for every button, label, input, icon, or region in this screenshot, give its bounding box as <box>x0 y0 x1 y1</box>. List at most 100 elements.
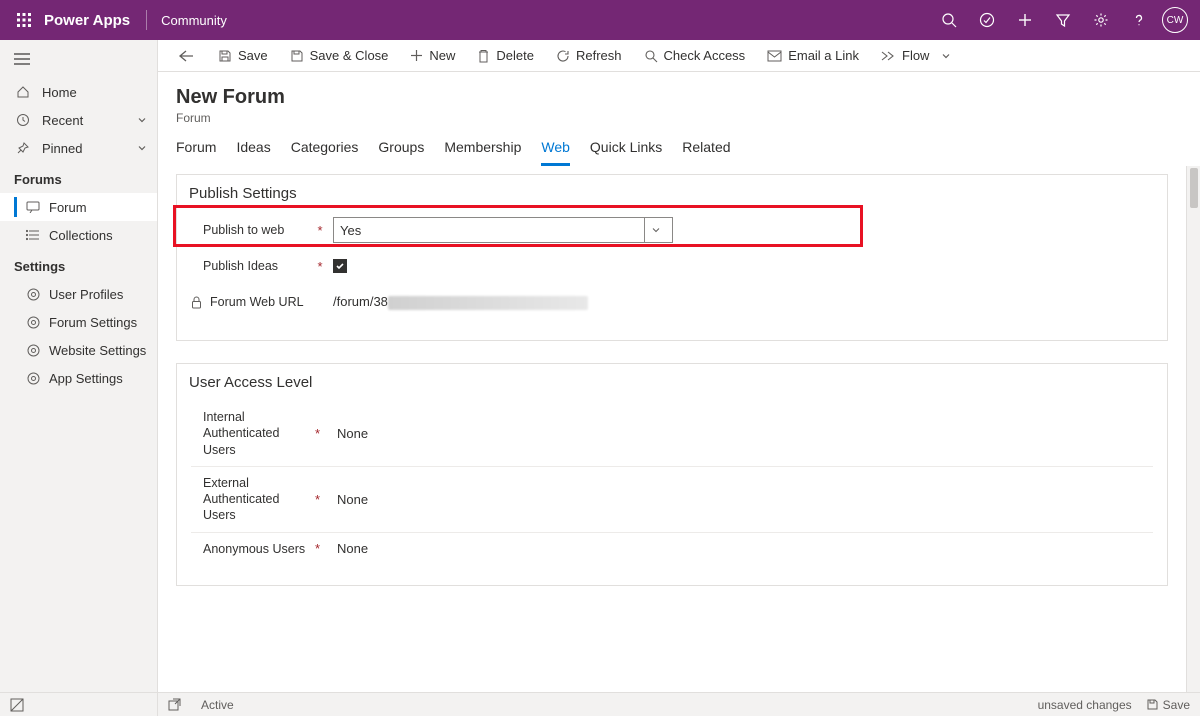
scrollbar[interactable] <box>1186 166 1200 692</box>
search-icon[interactable] <box>930 0 968 40</box>
nav-home[interactable]: Home <box>0 78 157 106</box>
clock-icon <box>14 113 32 127</box>
field-value: None <box>337 492 368 507</box>
field-label: Internal Authenticated Users <box>191 409 315 458</box>
nav-label: Pinned <box>42 141 82 156</box>
tab-forum[interactable]: Forum <box>176 139 216 166</box>
main-area: Save Save & Close New Delete Refresh Che… <box>158 40 1200 716</box>
refresh-button[interactable]: Refresh <box>546 41 632 71</box>
nav-user-profiles[interactable]: User Profiles <box>0 280 157 308</box>
field-label: Publish Ideas <box>191 259 315 273</box>
tab-related[interactable]: Related <box>682 139 730 166</box>
field-value: None <box>337 426 368 441</box>
refresh-icon <box>556 49 570 63</box>
nav-pinned[interactable]: Pinned <box>0 134 157 162</box>
nav-recent[interactable]: Recent <box>0 106 157 134</box>
tab-quick-links[interactable]: Quick Links <box>590 139 662 166</box>
gear-icon <box>25 288 41 301</box>
nav-forum[interactable]: Forum <box>0 193 157 221</box>
field-label: Publish to web <box>191 223 315 237</box>
delete-button[interactable]: Delete <box>467 41 544 71</box>
save-close-button[interactable]: Save & Close <box>280 41 399 71</box>
nav-collections[interactable]: Collections <box>0 221 157 249</box>
add-icon[interactable] <box>1006 0 1044 40</box>
cmd-label: New <box>429 48 455 63</box>
tab-membership[interactable]: Membership <box>444 139 521 166</box>
gear-icon <box>25 372 41 385</box>
field-value: None <box>337 541 368 556</box>
nav-footer[interactable] <box>0 692 157 716</box>
nav-website-settings[interactable]: Website Settings <box>0 336 157 364</box>
tab-web[interactable]: Web <box>541 139 570 166</box>
settings-icon[interactable] <box>1082 0 1120 40</box>
back-button[interactable] <box>166 41 206 71</box>
tab-categories[interactable]: Categories <box>291 139 359 166</box>
required-marker: * <box>315 541 325 556</box>
cmd-label: Save & Close <box>310 48 389 63</box>
nav-label: Forum Settings <box>49 315 137 330</box>
popout-icon[interactable] <box>168 698 181 711</box>
header-divider <box>146 10 147 30</box>
status-save-label: Save <box>1163 698 1190 712</box>
cmd-label: Save <box>238 48 268 63</box>
field-internal-users[interactable]: Internal Authenticated Users * None <box>191 401 1153 467</box>
required-marker: * <box>315 492 325 507</box>
forum-icon <box>25 201 41 213</box>
save-icon <box>218 49 232 63</box>
check-access-button[interactable]: Check Access <box>634 41 756 71</box>
plus-icon <box>410 49 423 62</box>
field-publish-to-web: Publish to web * Yes <box>191 212 1153 248</box>
section-title: User Access Level <box>189 374 1153 391</box>
task-icon[interactable] <box>968 0 1006 40</box>
nav-forum-settings[interactable]: Forum Settings <box>0 308 157 336</box>
list-icon <box>25 229 41 241</box>
app-launcher-icon[interactable] <box>8 4 40 36</box>
chevron-down-icon <box>941 51 951 61</box>
tab-ideas[interactable]: Ideas <box>236 139 270 166</box>
nav-group-forums: Forums <box>0 162 157 193</box>
nav-label: App Settings <box>49 371 123 386</box>
status-save-button[interactable]: Save <box>1146 698 1190 712</box>
flow-button[interactable]: Flow <box>871 41 961 71</box>
field-label: Anonymous Users <box>191 541 315 557</box>
field-label: External Authenticated Users <box>191 475 315 524</box>
cmd-label: Email a Link <box>788 48 859 63</box>
field-external-users[interactable]: External Authenticated Users * None <box>191 467 1153 533</box>
nav-label: Forum <box>49 200 87 215</box>
check-access-icon <box>644 49 658 63</box>
help-icon[interactable] <box>1120 0 1158 40</box>
email-link-button[interactable]: Email a Link <box>757 41 869 71</box>
nav-label: Recent <box>42 113 83 128</box>
hamburger-icon[interactable] <box>0 40 157 78</box>
environment-label[interactable]: Community <box>161 13 227 28</box>
filter-icon[interactable] <box>1044 0 1082 40</box>
record-state: Active <box>201 698 234 712</box>
pin-icon <box>14 141 32 155</box>
save-close-icon <box>290 49 304 63</box>
publish-settings-section: Publish Settings Publish to web * Yes Pu… <box>176 174 1168 341</box>
cmd-label: Flow <box>902 48 929 63</box>
field-anonymous-users[interactable]: Anonymous Users * None <box>191 533 1153 565</box>
brand-label: Power Apps <box>44 12 130 29</box>
nav-label: Collections <box>49 228 113 243</box>
flow-icon <box>881 50 896 62</box>
page-subtitle: Forum <box>176 111 1182 125</box>
tab-groups[interactable]: Groups <box>378 139 424 166</box>
redacted-text <box>388 296 588 310</box>
publish-to-web-select[interactable]: Yes <box>333 217 673 243</box>
user-access-section: User Access Level Internal Authenticated… <box>176 363 1168 586</box>
forum-url-value: /forum/38 <box>333 294 588 310</box>
mail-icon <box>767 50 782 62</box>
new-button[interactable]: New <box>400 41 465 71</box>
avatar-initials: CW <box>1167 15 1184 26</box>
home-icon <box>14 85 32 99</box>
chevron-down-icon <box>137 115 147 125</box>
user-avatar[interactable]: CW <box>1162 7 1188 33</box>
lock-icon <box>191 296 202 309</box>
chevron-down-icon <box>137 143 147 153</box>
site-nav: Home Recent Pinned Forums Forum Collecti… <box>0 40 158 716</box>
field-forum-web-url: Forum Web URL /forum/38 <box>191 284 1153 320</box>
publish-ideas-checkbox[interactable] <box>333 259 347 273</box>
nav-app-settings[interactable]: App Settings <box>0 364 157 392</box>
save-button[interactable]: Save <box>208 41 278 71</box>
